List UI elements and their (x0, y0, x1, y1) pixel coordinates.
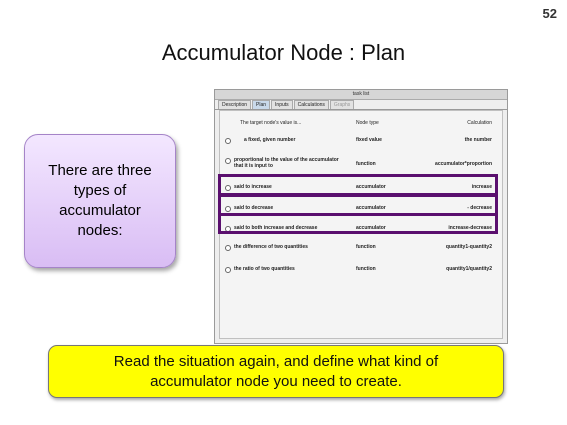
tab-inputs[interactable]: Inputs (271, 100, 293, 109)
slide-number: 52 (542, 6, 557, 21)
row-node-type: function (356, 161, 376, 167)
row-target: proportional to the value of the accumul… (234, 157, 339, 169)
row-calculation: the number (464, 137, 492, 143)
radio-button[interactable] (225, 158, 231, 164)
tab-plan[interactable]: Plan (252, 100, 271, 109)
tab-bar: Description Plan Inputs Calculations Gra… (215, 100, 507, 110)
highlight-increase (218, 174, 498, 196)
tab-calculations[interactable]: Calculations (293, 100, 329, 109)
tab-graphs[interactable]: Graphs (329, 100, 355, 109)
row-calculation: quantity1-quantity2 (445, 244, 492, 250)
row-target: the ratio of two quantities (234, 266, 295, 272)
instruction-note: Read the situation again, and define wha… (48, 345, 504, 398)
row-calculation: accumulator*proportion (435, 161, 492, 167)
row-node-type: function (356, 266, 376, 272)
tab-description[interactable]: Description (218, 100, 252, 109)
header-target: The target node's value is... (240, 120, 302, 126)
radio-button[interactable] (225, 267, 231, 273)
highlight-both (218, 213, 498, 234)
radio-button[interactable] (225, 138, 231, 144)
row-target: a fixed, given number (244, 137, 296, 143)
row-node-type: function (356, 244, 376, 250)
types-callout: There are three types of accumulator nod… (24, 134, 176, 268)
callout-text: There are three types of accumulator nod… (48, 162, 152, 239)
header-node-type: Node type (356, 120, 379, 126)
window-title: task list (215, 90, 507, 100)
row-calculation: quantity1/quantity2 (446, 266, 492, 272)
row-target: the difference of two quantities (234, 244, 308, 250)
header-calculation: Calculation (467, 120, 492, 126)
row-node-type: fixed value (356, 137, 382, 143)
radio-button[interactable] (225, 245, 231, 251)
slide-title: Accumulator Node : Plan (161, 40, 406, 65)
note-text: Read the situation again, and define wha… (113, 352, 439, 390)
